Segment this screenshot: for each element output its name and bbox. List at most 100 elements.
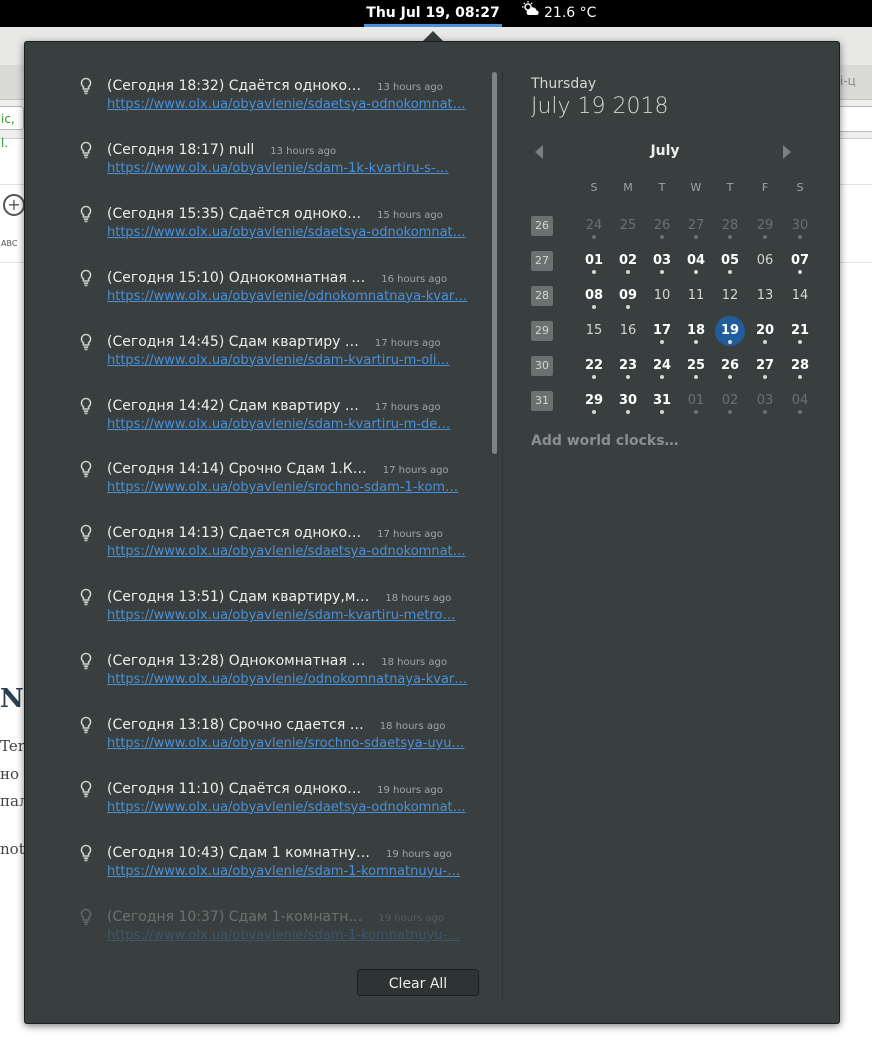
notification-link[interactable]: https://www.olx.ua/obyavlenie/odnokomnat… — [107, 672, 467, 687]
notification-link[interactable]: https://www.olx.ua/obyavlenie/sdam-1-kom… — [107, 928, 460, 943]
calendar-day[interactable]: 21 — [785, 316, 815, 346]
notification-item[interactable]: (Сегодня 14:42) Сдам квартиру … 17 hours … — [79, 397, 479, 448]
notification-link[interactable]: https://www.olx.ua/obyavlenie/sdam-kvart… — [107, 353, 449, 368]
notification-item[interactable]: (Сегодня 15:10) Однокомнатная … 16 hours … — [79, 269, 479, 320]
calendar-day[interactable]: 29 — [579, 386, 609, 416]
calendar-day[interactable]: 22 — [579, 351, 609, 381]
calendar-day-number: 25 — [686, 358, 706, 373]
notification-item[interactable]: (Сегодня 14:13) Сдается одноко… 17 hours … — [79, 524, 479, 575]
calendar-day[interactable]: 02 — [613, 246, 643, 276]
notification-link[interactable]: https://www.olx.ua/obyavlenie/sdaetsya-o… — [107, 800, 466, 815]
calendar-day-number: 15 — [585, 323, 603, 338]
calendar-day[interactable]: 17 — [647, 316, 677, 346]
calendar-full-date[interactable]: July 19 2018 — [531, 94, 669, 119]
notification-link[interactable]: https://www.olx.ua/obyavlenie/sdam-kvart… — [107, 608, 455, 623]
calendar-day[interactable]: 13 — [750, 281, 780, 311]
calendar-day[interactable]: 01 — [681, 386, 711, 416]
calendar-day[interactable]: 25 — [613, 211, 643, 241]
calendar-day[interactable]: 09 — [613, 281, 643, 311]
event-indicator-dot — [798, 270, 802, 274]
lightbulb-icon — [79, 780, 93, 798]
calendar-day[interactable]: 01 — [579, 246, 609, 276]
calendar-day[interactable]: 05 — [715, 246, 745, 276]
notification-link[interactable]: https://www.olx.ua/obyavlenie/sdaetsya-o… — [107, 544, 466, 559]
notification-item[interactable]: (Сегодня 13:51) Сдам квартиру,м… 18 hours… — [79, 588, 479, 639]
calendar-day[interactable]: 27 — [681, 211, 711, 241]
calendar-day[interactable]: 25 — [681, 351, 711, 381]
notification-link[interactable]: https://www.olx.ua/obyavlenie/sdaetsya-o… — [107, 225, 466, 240]
calendar-day[interactable]: 24 — [647, 351, 677, 381]
notification-item[interactable]: (Сегодня 13:28) Однокомнатная … 18 hours … — [79, 652, 479, 703]
calendar-day[interactable]: 31 — [647, 386, 677, 416]
calendar-day[interactable]: 27 — [750, 351, 780, 381]
calendar-day[interactable]: 28 — [785, 351, 815, 381]
calendar-day[interactable]: 28 — [715, 211, 745, 241]
notification-title-text: (Сегодня 15:35) Сдаётся одноко… — [107, 205, 362, 222]
notification-link[interactable]: https://www.olx.ua/obyavlenie/sdam-1-kom… — [107, 864, 460, 879]
notification-title: (Сегодня 10:43) Сдам 1 комнатну… 19 hours… — [107, 845, 452, 861]
calendar-day[interactable]: 26 — [715, 351, 745, 381]
calendar-day[interactable]: 11 — [681, 281, 711, 311]
calendar-day-today[interactable]: 19 — [715, 316, 745, 346]
calendar-day-number: 27 — [755, 358, 775, 373]
notification-item[interactable]: (Сегодня 18:17) null 13 hours ago https://… — [79, 141, 479, 192]
notification-list[interactable]: (Сегодня 18:32) Сдаётся одноко… 13 hours … — [25, 42, 495, 952]
notification-title-text: (Сегодня 15:10) Однокомнатная … — [107, 269, 366, 286]
lightbulb-icon — [79, 588, 93, 606]
calendar-day[interactable]: 26 — [647, 211, 677, 241]
event-indicator-dot — [592, 235, 596, 239]
calendar-day[interactable]: 03 — [647, 246, 677, 276]
calendar-day[interactable]: 04 — [785, 386, 815, 416]
temperature-label: 21.6 °C — [544, 5, 597, 21]
notification-link[interactable]: https://www.olx.ua/obyavlenie/srochno-sd… — [107, 736, 465, 751]
notification-item[interactable]: (Сегодня 15:35) Сдаётся одноко… 15 hours … — [79, 205, 479, 256]
notification-item[interactable]: (Сегодня 14:45) Сдам квартиру … 17 hours … — [79, 333, 479, 384]
notification-time: 18 hours ago — [385, 593, 452, 605]
calendar-day[interactable]: 10 — [647, 281, 677, 311]
calendar-day[interactable]: 29 — [750, 211, 780, 241]
calendar-day[interactable]: 12 — [715, 281, 745, 311]
clear-all-button[interactable]: Clear All — [357, 969, 479, 996]
calendar-day[interactable]: 20 — [750, 316, 780, 346]
lightbulb-icon — [79, 844, 93, 862]
clock-button[interactable]: Thu Jul 19, 08:27 — [364, 0, 502, 27]
notification-item[interactable]: (Сегодня 10:37) Сдам 1-комнатн… 19 hours … — [79, 908, 479, 952]
calendar-day[interactable]: 14 — [785, 281, 815, 311]
notification-item[interactable]: (Сегодня 18:32) Сдаётся одноко… 13 hours … — [79, 77, 479, 128]
calendar-day[interactable]: 07 — [785, 246, 815, 276]
calendar-day[interactable]: 30 — [785, 211, 815, 241]
notification-link[interactable]: https://www.olx.ua/obyavlenie/sdaetsya-o… — [107, 97, 466, 112]
calendar-day[interactable]: 24 — [579, 211, 609, 241]
notification-title: (Сегодня 14:13) Сдается одноко… 17 hours … — [107, 525, 443, 541]
calendar-day[interactable]: 15 — [579, 316, 609, 346]
event-indicator-dot — [763, 410, 767, 414]
notification-scrollbar[interactable] — [492, 72, 497, 454]
calendar-day[interactable]: 04 — [681, 246, 711, 276]
calendar-day-number: 12 — [721, 288, 739, 303]
weather-indicator[interactable]: 21.6 °C — [522, 0, 596, 27]
calendar-day[interactable]: 30 — [613, 386, 643, 416]
calendar-day[interactable]: 23 — [613, 351, 643, 381]
notification-item[interactable]: (Сегодня 10:43) Сдам 1 комнатну… 19 hours… — [79, 844, 479, 895]
notification-title-text: (Сегодня 10:37) Сдам 1-комнатн… — [107, 908, 363, 925]
chevron-left-icon[interactable] — [535, 145, 543, 159]
calendar-day[interactable]: 18 — [681, 316, 711, 346]
calendar-day[interactable]: 08 — [579, 281, 609, 311]
notification-link[interactable]: https://www.olx.ua/obyavlenie/srochno-sd… — [107, 480, 458, 495]
notification-title: (Сегодня 14:42) Сдам квартиру … 17 hours … — [107, 398, 441, 414]
event-indicator-dot — [798, 375, 802, 379]
notification-title: (Сегодня 11:10) Сдаётся одноко… 19 hours … — [107, 781, 443, 797]
notification-item[interactable]: (Сегодня 13:18) Срочно сдается … 18 hours… — [79, 716, 479, 767]
notification-link[interactable]: https://www.olx.ua/obyavlenie/sdam-1k-kv… — [107, 161, 449, 176]
notification-link[interactable]: https://www.olx.ua/obyavlenie/odnokomnat… — [107, 289, 467, 304]
calendar-day[interactable]: 06 — [750, 246, 780, 276]
notification-title: (Сегодня 15:10) Однокомнатная … 16 hours … — [107, 270, 447, 286]
notification-item[interactable]: (Сегодня 14:14) Срочно Сдам 1.К… 17 hours… — [79, 461, 479, 511]
add-world-clocks-link[interactable]: Add world clocks… — [531, 433, 679, 449]
chevron-right-icon[interactable] — [783, 145, 791, 159]
calendar-day[interactable]: 16 — [613, 316, 643, 346]
calendar-day[interactable]: 02 — [715, 386, 745, 416]
notification-link[interactable]: https://www.olx.ua/obyavlenie/sdam-kvart… — [107, 417, 450, 432]
calendar-day[interactable]: 03 — [750, 386, 780, 416]
notification-item[interactable]: (Сегодня 11:10) Сдаётся одноко… 19 hours … — [79, 780, 479, 831]
